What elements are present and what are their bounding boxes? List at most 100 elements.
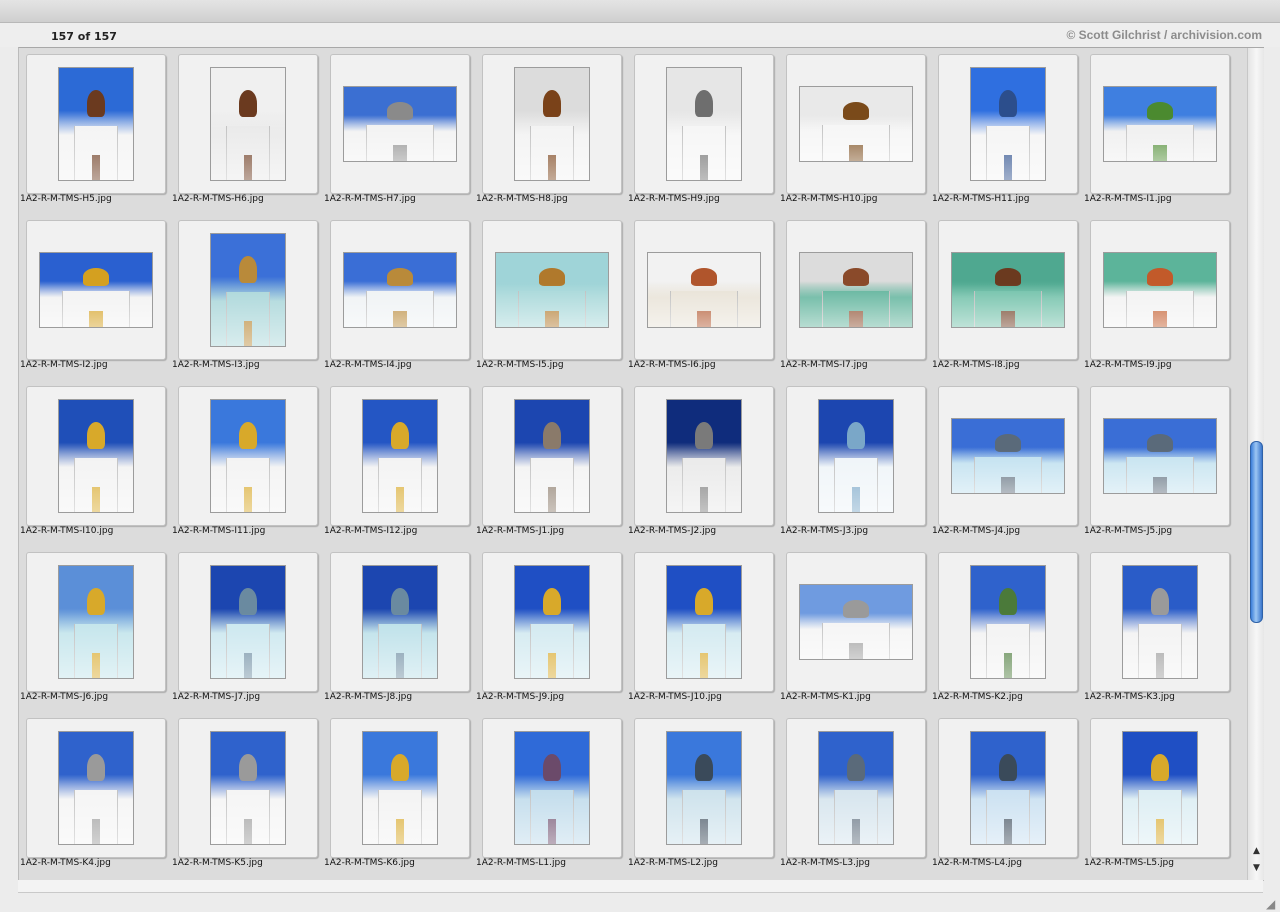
thumbnail-cell[interactable]: 1A2-R-M-TMS-K1.jpg — [779, 546, 931, 712]
thumbnail-frame[interactable] — [1090, 386, 1230, 526]
thumbnail-cell[interactable]: 1A2-R-M-TMS-I7.jpg — [779, 214, 931, 380]
thumbnail-frame[interactable] — [26, 54, 166, 194]
thumbnail-cell[interactable]: 1A2-R-M-TMS-J10.jpg — [627, 546, 779, 712]
thumbnail-frame[interactable] — [786, 552, 926, 692]
thumbnail-frame[interactable] — [26, 718, 166, 858]
thumbnail-image[interactable] — [666, 399, 742, 513]
thumbnail-image[interactable] — [58, 565, 134, 679]
thumbnail-image[interactable] — [210, 67, 286, 181]
thumbnail-image[interactable] — [818, 399, 894, 513]
thumbnail-frame[interactable] — [938, 220, 1078, 360]
thumbnail-image[interactable] — [666, 731, 742, 845]
thumbnail-image[interactable] — [1122, 565, 1198, 679]
thumbnail-frame[interactable] — [178, 54, 318, 194]
vertical-scrollbar[interactable]: ▲ ▼ — [1247, 48, 1264, 880]
thumbnail-cell[interactable]: 1A2-R-M-TMS-I11.jpg — [171, 380, 323, 546]
thumbnail-frame[interactable] — [330, 718, 470, 858]
thumbnail-image[interactable] — [362, 731, 438, 845]
thumbnail-frame[interactable] — [1090, 54, 1230, 194]
thumbnail-frame[interactable] — [178, 552, 318, 692]
thumbnail-cell[interactable]: 1A2-R-M-TMS-H5.jpg — [19, 48, 171, 214]
thumbnail-cell[interactable]: 1A2-R-M-TMS-I4.jpg — [323, 214, 475, 380]
thumbnail-cell[interactable]: 1A2-R-M-TMS-J5.jpg — [1083, 380, 1235, 546]
scroll-up-arrow-icon[interactable]: ▲ — [1249, 844, 1264, 858]
thumbnail-frame[interactable] — [26, 552, 166, 692]
thumbnail-frame[interactable] — [330, 386, 470, 526]
thumbnail-cell[interactable]: 1A2-R-M-TMS-H7.jpg — [323, 48, 475, 214]
thumbnail-frame[interactable] — [938, 54, 1078, 194]
thumbnail-frame[interactable] — [330, 54, 470, 194]
thumbnail-image[interactable] — [1103, 86, 1217, 162]
thumbnail-cell[interactable]: 1A2-R-M-TMS-K5.jpg — [171, 712, 323, 878]
thumbnail-cell[interactable]: 1A2-R-M-TMS-L2.jpg — [627, 712, 779, 878]
thumbnail-cell[interactable]: 1A2-R-M-TMS-K4.jpg — [19, 712, 171, 878]
thumbnail-cell[interactable]: 1A2-R-M-TMS-J6.jpg — [19, 546, 171, 712]
thumbnail-frame[interactable] — [1090, 718, 1230, 858]
thumbnail-frame[interactable] — [634, 54, 774, 194]
thumbnail-cell[interactable]: 1A2-R-M-TMS-J2.jpg — [627, 380, 779, 546]
thumbnail-image[interactable] — [58, 67, 134, 181]
thumbnail-frame[interactable] — [786, 220, 926, 360]
thumbnail-frame[interactable] — [1090, 220, 1230, 360]
thumbnail-frame[interactable] — [178, 386, 318, 526]
thumbnail-frame[interactable] — [26, 386, 166, 526]
thumbnail-frame[interactable] — [938, 718, 1078, 858]
thumbnail-image[interactable] — [666, 565, 742, 679]
thumbnail-cell[interactable]: 1A2-R-M-TMS-L3.jpg — [779, 712, 931, 878]
thumbnail-image[interactable] — [210, 565, 286, 679]
thumbnail-image[interactable] — [343, 252, 457, 328]
thumbnail-frame[interactable] — [178, 718, 318, 858]
thumbnail-cell[interactable]: 1A2-R-M-TMS-J7.jpg — [171, 546, 323, 712]
thumbnail-frame[interactable] — [330, 220, 470, 360]
thumbnail-image[interactable] — [951, 252, 1065, 328]
thumbnail-cell[interactable]: 1A2-R-M-TMS-I6.jpg — [627, 214, 779, 380]
thumbnail-cell[interactable]: 1A2-R-M-TMS-J1.jpg — [475, 380, 627, 546]
thumbnail-cell[interactable]: 1A2-R-M-TMS-L5.jpg — [1083, 712, 1235, 878]
thumbnail-image[interactable] — [514, 731, 590, 845]
thumbnail-frame[interactable] — [482, 552, 622, 692]
thumbnail-image[interactable] — [210, 731, 286, 845]
thumbnail-image[interactable] — [514, 67, 590, 181]
thumbnail-frame[interactable] — [482, 54, 622, 194]
thumbnail-image[interactable] — [210, 233, 286, 347]
thumbnail-image[interactable] — [362, 399, 438, 513]
thumbnail-frame[interactable] — [634, 718, 774, 858]
thumbnail-frame[interactable] — [786, 54, 926, 194]
thumbnail-image[interactable] — [514, 399, 590, 513]
thumbnail-cell[interactable]: 1A2-R-M-TMS-I2.jpg — [19, 214, 171, 380]
thumbnail-frame[interactable] — [482, 718, 622, 858]
thumbnail-cell[interactable]: 1A2-R-M-TMS-K2.jpg — [931, 546, 1083, 712]
thumbnail-frame[interactable] — [26, 220, 166, 360]
thumbnail-image[interactable] — [514, 565, 590, 679]
thumbnail-frame[interactable] — [938, 386, 1078, 526]
thumbnail-image[interactable] — [1103, 252, 1217, 328]
thumbnail-frame[interactable] — [634, 386, 774, 526]
thumbnail-cell[interactable]: 1A2-R-M-TMS-J8.jpg — [323, 546, 475, 712]
thumbnail-frame[interactable] — [938, 552, 1078, 692]
thumbnail-cell[interactable]: 1A2-R-M-TMS-L1.jpg — [475, 712, 627, 878]
thumbnail-frame[interactable] — [482, 220, 622, 360]
thumbnail-frame[interactable] — [634, 552, 774, 692]
thumbnail-cell[interactable]: 1A2-R-M-TMS-I12.jpg — [323, 380, 475, 546]
thumbnail-cell[interactable]: 1A2-R-M-TMS-L4.jpg — [931, 712, 1083, 878]
resize-grip-icon[interactable]: ◢ — [1266, 898, 1278, 910]
thumbnail-cell[interactable]: 1A2-R-M-TMS-J3.jpg — [779, 380, 931, 546]
thumbnail-cell[interactable]: 1A2-R-M-TMS-H6.jpg — [171, 48, 323, 214]
thumbnail-frame[interactable] — [482, 386, 622, 526]
thumbnail-frame[interactable] — [786, 386, 926, 526]
thumbnail-image[interactable] — [799, 86, 913, 162]
thumbnail-image[interactable] — [666, 67, 742, 181]
thumbnail-image[interactable] — [58, 731, 134, 845]
thumbnail-image[interactable] — [970, 565, 1046, 679]
thumbnail-image[interactable] — [343, 86, 457, 162]
thumbnail-cell[interactable]: 1A2-R-M-TMS-I3.jpg — [171, 214, 323, 380]
thumbnail-frame[interactable] — [178, 220, 318, 360]
thumbnail-cell[interactable]: 1A2-R-M-TMS-H9.jpg — [627, 48, 779, 214]
thumbnail-image[interactable] — [970, 67, 1046, 181]
thumbnail-cell[interactable]: 1A2-R-M-TMS-I10.jpg — [19, 380, 171, 546]
thumbnail-cell[interactable]: 1A2-R-M-TMS-J9.jpg — [475, 546, 627, 712]
thumbnail-frame[interactable] — [1090, 552, 1230, 692]
thumbnail-cell[interactable]: 1A2-R-M-TMS-H11.jpg — [931, 48, 1083, 214]
thumbnail-image[interactable] — [799, 584, 913, 660]
thumbnail-image[interactable] — [39, 252, 153, 328]
